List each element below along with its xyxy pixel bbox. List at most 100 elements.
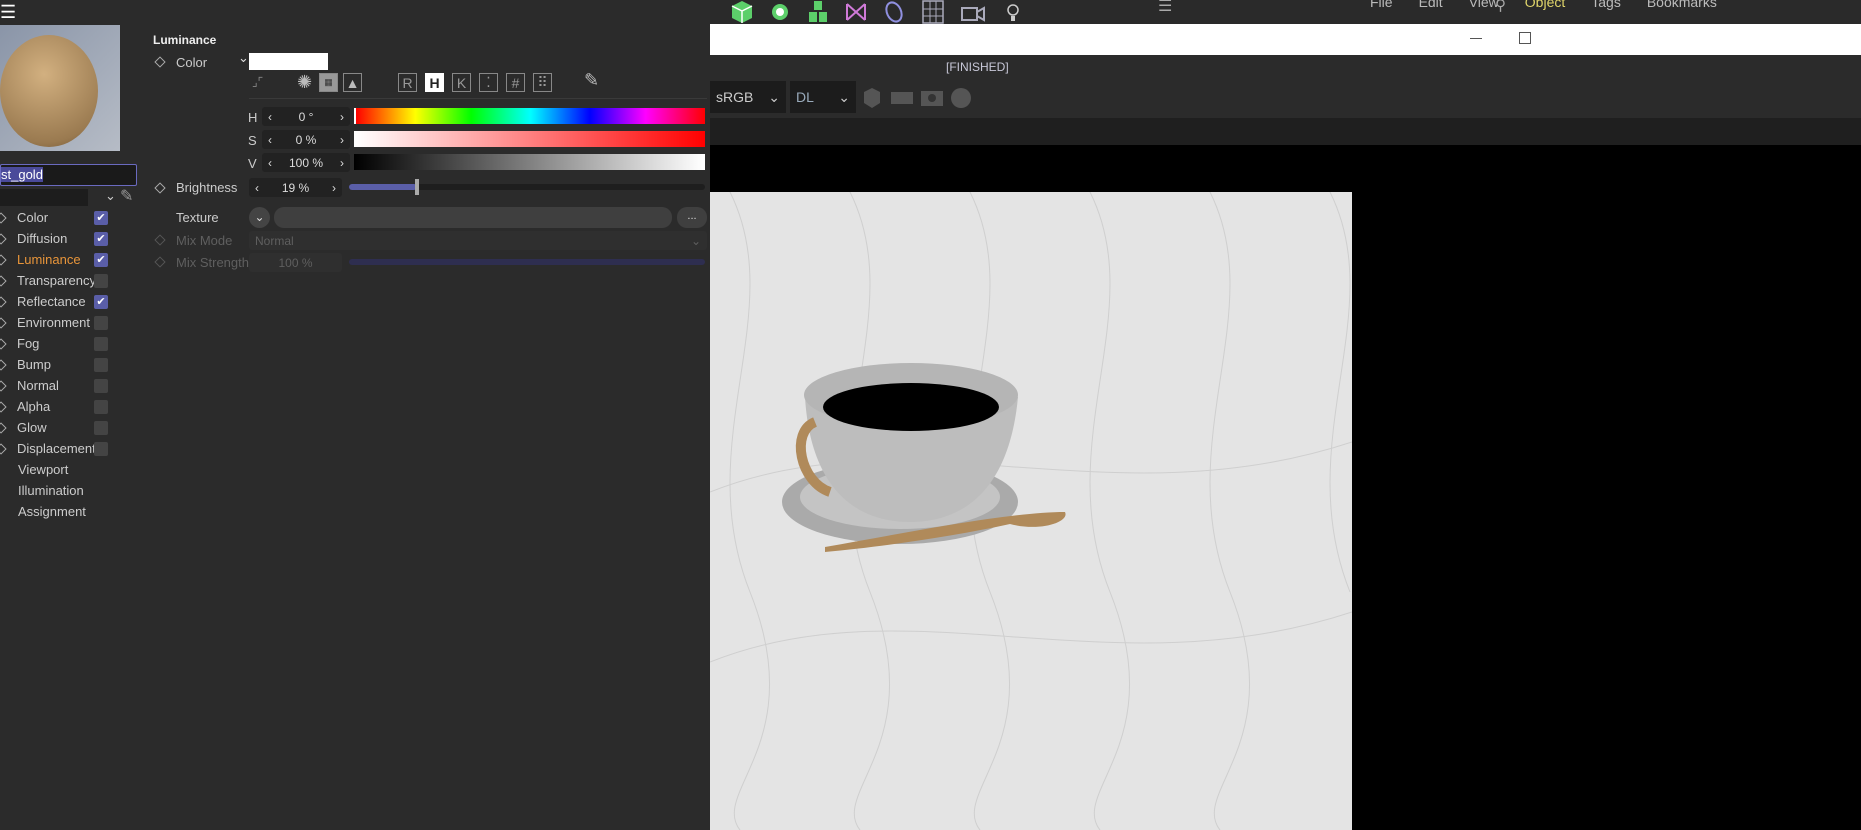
channel-item-luminance[interactable]: Luminance ✔ [0,249,112,270]
saturation-field[interactable]: ‹ 0 % › [262,130,350,149]
texture-slot[interactable] [274,207,672,228]
keyframe-diamond-icon[interactable] [0,442,7,455]
cloner-icon[interactable] [806,0,830,24]
menu-file[interactable]: File [1370,0,1393,10]
keyframe-diamond-icon[interactable] [0,316,7,329]
hexagon-icon[interactable] [864,88,880,108]
color-mode-button[interactable]: H [425,73,444,92]
manager-hamburger-icon[interactable]: ☰ [1158,0,1172,16]
channel-item-diffusion[interactable]: Diffusion ✔ [0,228,112,249]
channel-checkbox[interactable] [94,420,108,435]
menu-bookmarks[interactable]: Bookmarks [1647,0,1717,10]
rect-icon[interactable] [891,92,913,104]
keyframe-diamond-icon[interactable] [0,337,7,350]
chevron-down-icon[interactable]: ⌄ [105,188,116,204]
decrement-icon[interactable]: ‹ [268,156,272,170]
image-picker-icon[interactable]: ▲ [343,73,362,92]
channel-checkbox[interactable] [94,357,108,372]
value-slider[interactable] [354,154,705,170]
color-swatch[interactable] [249,53,328,70]
field-icon[interactable] [882,0,906,24]
preset-select[interactable] [0,189,88,206]
deformer-icon[interactable] [844,0,868,24]
channel-item-glow[interactable]: Glow [0,417,112,438]
channel-item-environment[interactable]: Environment [0,312,112,333]
color-mode-button[interactable]: ⁚ [479,73,498,92]
channel-checkbox[interactable] [94,399,108,414]
increment-icon[interactable]: › [340,110,344,124]
channel-item-fog[interactable]: Fog [0,333,112,354]
channel-checkbox[interactable]: ✔ [94,252,108,267]
collapse-icon[interactable]: ⌟⌜ [252,75,263,89]
hue-slider[interactable] [354,108,705,124]
channel-checkbox[interactable] [94,273,108,288]
decrement-icon[interactable]: ‹ [268,133,272,147]
channel-item-transparency[interactable]: Transparency [0,270,112,291]
channel-checkbox[interactable] [94,336,108,351]
cube-icon[interactable] [730,0,754,24]
texture-menu-button[interactable]: ⌄ [249,207,270,228]
keyframe-diamond-icon[interactable] [0,421,7,434]
eyedropper-icon[interactable]: ✎ [584,70,599,91]
keyframe-diamond-icon[interactable] [0,274,7,287]
channel-item-bump[interactable]: Bump [0,354,112,375]
saturation-slider[interactable] [354,131,705,147]
decrement-icon[interactable]: ‹ [268,110,272,124]
hue-field[interactable]: ‹ 0 ° › [262,107,350,126]
value-field[interactable]: ‹ 100 % › [262,153,350,172]
menu-edit[interactable]: Edit [1419,0,1443,10]
keyframe-diamond-icon[interactable] [0,358,7,371]
channel-checkbox[interactable] [94,441,108,456]
chevron-down-icon[interactable]: ⌄ [238,50,249,66]
eyedropper-icon[interactable]: ✎ [120,186,133,206]
brightness-slider[interactable] [349,179,705,195]
search-icon[interactable]: ⚲ [1495,0,1506,14]
channel-item-alpha[interactable]: Alpha [0,396,112,417]
material-preview[interactable] [0,25,120,151]
minimize-icon[interactable] [1470,38,1482,39]
keyframe-diamond-icon[interactable] [0,211,7,224]
menu-tags[interactable]: Tags [1591,0,1621,10]
channel-item-illumination[interactable]: Illumination [0,480,112,501]
material-name-input[interactable]: st_gold [0,164,137,186]
keyframe-diamond-icon[interactable] [0,253,7,266]
channel-item-normal[interactable]: Normal [0,375,112,396]
spectrum-icon[interactable]: ▦ [319,73,338,92]
camera-icon[interactable] [960,0,986,24]
channel-checkbox[interactable] [94,378,108,393]
color-mode-button[interactable]: K [452,73,471,92]
increment-icon[interactable]: › [332,181,336,195]
channel-item-color[interactable]: Color ✔ [0,207,112,228]
texture-more-button[interactable]: ... [677,207,707,228]
channel-checkbox[interactable]: ✔ [94,294,108,309]
keyframe-diamond-icon[interactable] [0,232,7,245]
display-select[interactable]: DL ⌄ [790,81,856,113]
keyframe-diamond-icon[interactable] [0,295,7,308]
channel-item-displacement[interactable]: Displacement [0,438,112,459]
light-icon[interactable] [1000,0,1026,24]
hamburger-menu-icon[interactable]: ☰ [0,2,16,23]
keyframe-diamond-icon[interactable] [0,379,7,392]
menu-object[interactable]: Object [1525,0,1565,10]
decrement-icon[interactable]: ‹ [255,181,259,195]
color-mode-button[interactable]: # [506,73,525,92]
increment-icon[interactable]: › [340,156,344,170]
color-mode-button[interactable]: ⠿ [533,73,552,92]
keyframe-diamond-icon[interactable] [0,400,7,413]
color-profile-select[interactable]: sRGB ⌄ [710,81,786,113]
increment-icon[interactable]: › [340,133,344,147]
channel-checkbox[interactable]: ✔ [94,210,108,225]
maximize-icon[interactable] [1519,32,1531,44]
floor-icon[interactable] [920,0,946,24]
color-wheel-icon[interactable]: ✺ [295,72,314,92]
channel-item-viewport[interactable]: Viewport [0,459,112,480]
brightness-field[interactable]: ‹ 19 % › [249,178,342,197]
channel-item-assignment[interactable]: Assignment [0,501,112,522]
color-mode-button[interactable]: R [398,73,417,92]
slider-handle[interactable] [414,179,419,195]
gear-generator-icon[interactable] [768,0,792,24]
keyframe-diamond-icon[interactable] [154,182,166,194]
circle-icon[interactable] [951,88,971,108]
channel-checkbox[interactable] [94,315,108,330]
keyframe-diamond-icon[interactable] [154,56,166,68]
